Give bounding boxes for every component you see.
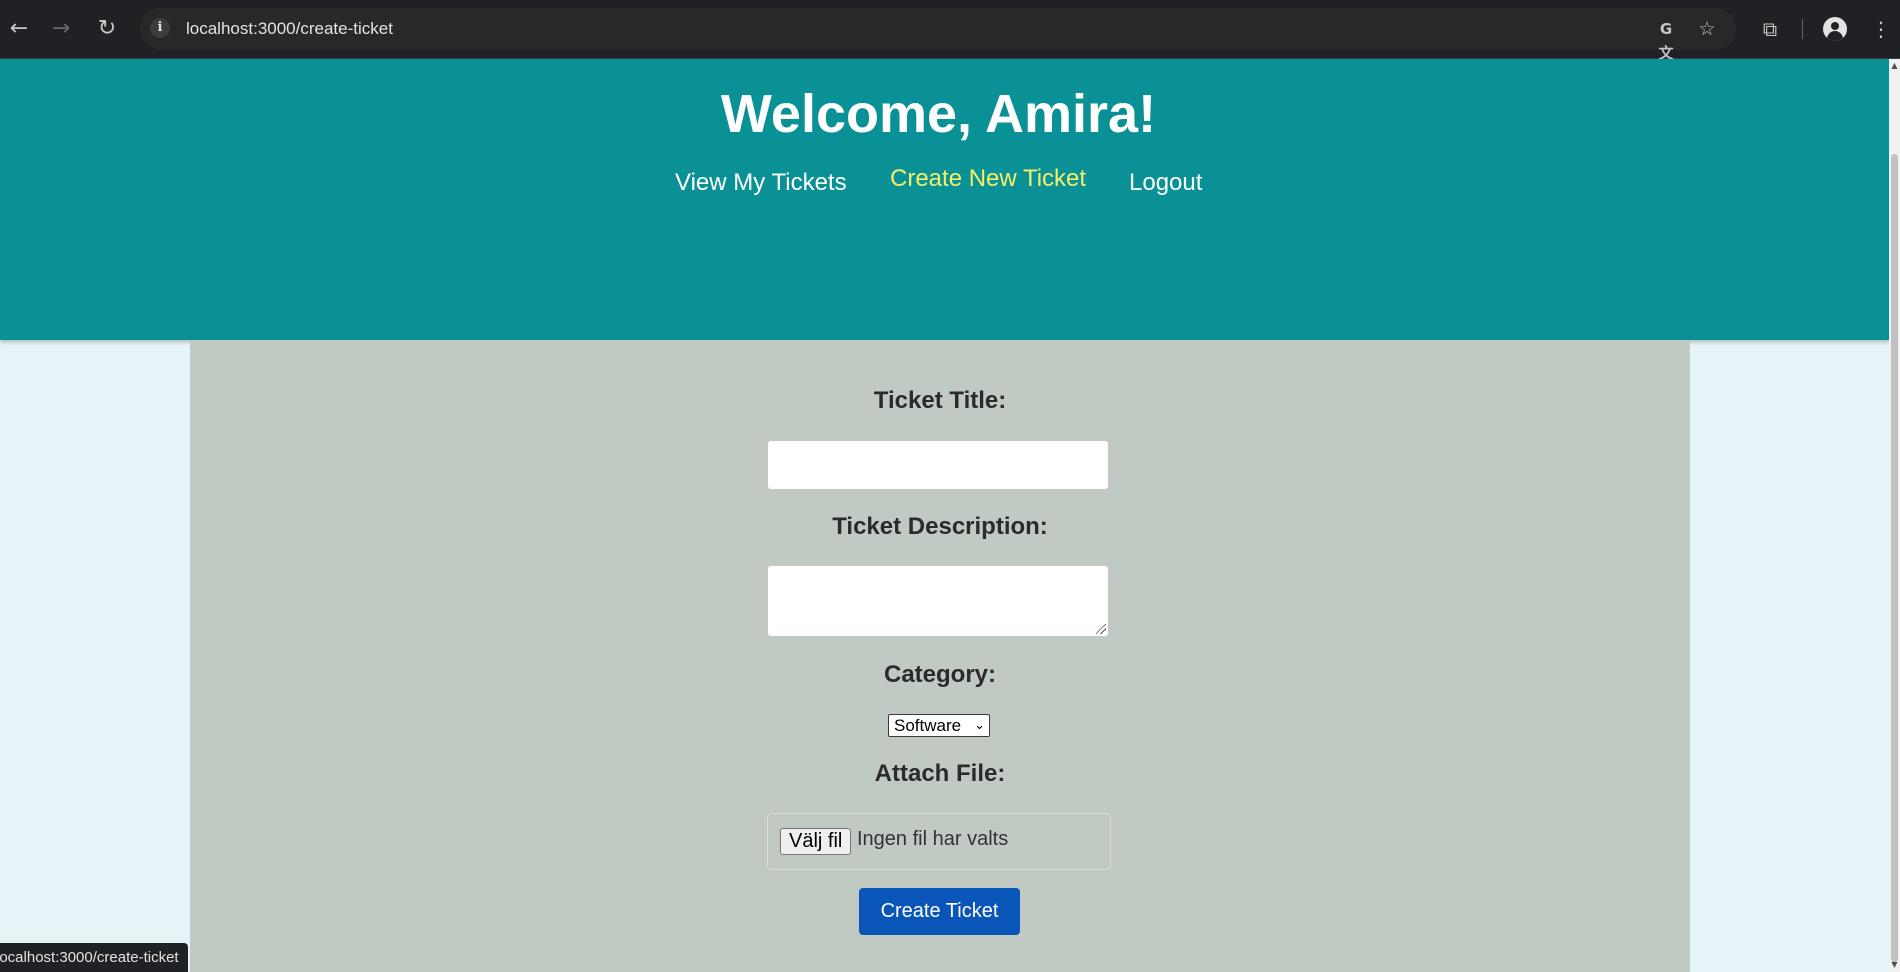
star-icon[interactable]: ☆ bbox=[1695, 17, 1719, 41]
nav-logout[interactable]: Logout bbox=[1129, 169, 1202, 197]
browser-toolbar: ← → ↻ i localhost:3000/create-ticket G文 … bbox=[0, 0, 1900, 62]
arrow-left-icon[interactable]: ← bbox=[4, 14, 34, 44]
status-url-text: localhost:3000/create-ticket bbox=[0, 949, 179, 966]
address-bar[interactable]: i localhost:3000/create-ticket G文 ☆ bbox=[140, 8, 1736, 62]
info-icon[interactable]: i bbox=[150, 18, 170, 38]
ticket-description-textarea[interactable] bbox=[767, 565, 1109, 637]
toolbar-divider bbox=[1802, 19, 1803, 39]
category-selected-value: Software bbox=[894, 716, 962, 735]
resize-grip-icon[interactable] bbox=[1096, 624, 1106, 634]
scroll-down-icon[interactable]: ▼ bbox=[1889, 958, 1900, 972]
ticket-title-input[interactable] bbox=[767, 440, 1109, 490]
create-ticket-form: Ticket Title: Ticket Description: Catego… bbox=[190, 340, 1690, 972]
ticket-title-label: Ticket Title: bbox=[873, 387, 1007, 414]
scroll-up-icon[interactable]: ▲ bbox=[1889, 59, 1900, 73]
create-ticket-button[interactable]: Create Ticket bbox=[859, 888, 1020, 935]
choose-file-button[interactable]: Välj fil bbox=[780, 828, 852, 855]
scroll-thumb[interactable] bbox=[1891, 154, 1898, 962]
ticket-description-label: Ticket Description: bbox=[832, 513, 1048, 540]
file-status-text: Ingen fil har valts bbox=[857, 828, 1009, 850]
url-text[interactable]: localhost:3000/create-ticket bbox=[186, 19, 393, 39]
reload-icon[interactable]: ↻ bbox=[92, 14, 122, 44]
kebab-menu-icon[interactable]: ⋮ bbox=[1866, 14, 1896, 44]
profile-icon[interactable] bbox=[1823, 17, 1847, 41]
arrow-right-icon[interactable]: → bbox=[46, 14, 76, 44]
file-input[interactable]: Välj fil Ingen fil har valts bbox=[767, 813, 1111, 870]
welcome-heading: Welcome, Amira! bbox=[720, 84, 1157, 144]
page-header: Welcome, Amira! View My Tickets Create N… bbox=[0, 59, 1889, 340]
puzzle-icon[interactable]: ⧉ bbox=[1755, 14, 1785, 44]
nav-create-new-ticket[interactable]: Create New Ticket bbox=[890, 165, 1086, 193]
nav-view-my-tickets[interactable]: View My Tickets bbox=[675, 169, 847, 197]
translate-icon[interactable]: G文 bbox=[1654, 17, 1678, 62]
category-label: Category: bbox=[883, 661, 997, 688]
link-status-bubble: localhost:3000/create-ticket bbox=[0, 943, 188, 972]
attach-file-label: Attach File: bbox=[874, 760, 1006, 787]
category-select[interactable]: Software ⌄ bbox=[888, 714, 990, 737]
chevron-down-icon: ⌄ bbox=[974, 718, 985, 733]
